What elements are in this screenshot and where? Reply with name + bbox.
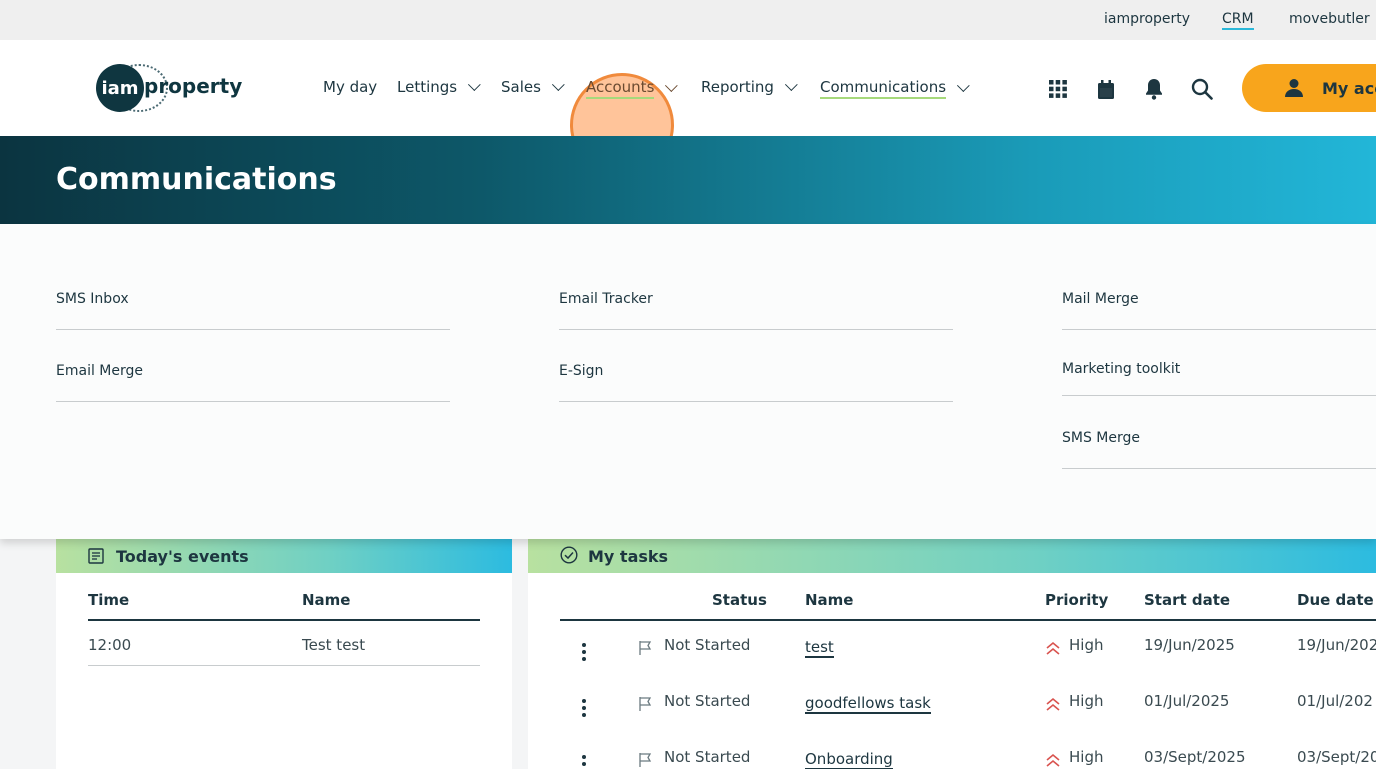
nav-label: Sales [501,78,541,96]
iamproperty-logo[interactable]: iam property [96,64,242,112]
task-start-date: 03/Sept/2025 [1144,748,1246,766]
apps-grid-icon[interactable] [1047,78,1069,100]
check-circle-icon [560,546,578,568]
menu-link-mail-merge[interactable]: Mail Merge [1062,291,1376,330]
column-header-start-date[interactable]: Start date [1144,591,1230,609]
menu-link-email-merge[interactable]: Email Merge [56,363,450,402]
task-status: Not Started [664,636,751,654]
my-account-label: My acc [1322,78,1376,98]
task-due-date: 19/Jun/202 [1297,636,1376,654]
my-account-button[interactable]: My acc [1242,64,1376,112]
task-status: Not Started [664,748,751,766]
util-link-crm[interactable]: CRM [1222,11,1254,30]
my-tasks-widget: My tasks Status Name Priority Start date… [528,529,1376,769]
chevron-down-icon [665,79,679,93]
task-priority: High [1069,636,1104,654]
flag-icon [638,640,653,660]
header-rule [560,619,1376,621]
flag-icon [638,752,653,769]
widget-title: My tasks [588,546,669,566]
flag-icon [638,696,653,716]
task-priority: High [1069,748,1104,766]
chevron-down-icon [957,79,970,93]
task-name-link[interactable]: goodfellows task [805,694,931,714]
nav-my-day[interactable]: My day [323,78,377,96]
column-header-name[interactable]: Name [302,591,350,609]
communications-banner: Communications [0,136,1376,224]
menu-link-marketing-toolkit[interactable]: Marketing toolkit [1062,361,1376,396]
calendar-icon[interactable] [1095,78,1117,100]
main-header: iam property My day Lettings Sales Accou… [0,40,1376,177]
nav-label: Accounts [586,78,655,99]
column-header-name[interactable]: Name [805,591,853,609]
column-header-time[interactable]: Time [88,591,129,609]
menu-link-sms-inbox[interactable]: SMS Inbox [56,291,450,330]
row-actions-kebab-icon[interactable] [582,643,586,664]
task-due-date: 01/Jul/202 [1297,692,1373,710]
nav-communications[interactable]: Communications [820,78,970,99]
column-header-priority[interactable]: Priority [1045,591,1108,609]
list-icon [88,548,104,568]
row-actions-kebab-icon[interactable] [582,699,586,720]
header-rule [88,619,480,621]
priority-high-icon [1045,640,1061,660]
task-start-date: 19/Jun/2025 [1144,636,1235,654]
task-name-link[interactable]: test [805,638,834,658]
nav-label: Communications [820,78,947,99]
chevron-down-icon [468,77,481,91]
task-due-date: 03/Sept/20 [1297,748,1376,766]
menu-link-email-tracker[interactable]: Email Tracker [559,291,953,330]
chevron-down-icon [551,77,565,91]
event-name[interactable]: Test test [302,636,365,654]
task-priority: High [1069,692,1104,710]
util-link-iamproperty[interactable]: iamproperty [1104,11,1190,27]
event-time: 12:00 [88,636,132,654]
utility-bar: iamproperty CRM movebutler [0,0,1376,40]
nav-reporting[interactable]: Reporting [701,77,798,96]
priority-high-icon [1045,696,1061,716]
menu-link-e-sign[interactable]: E-Sign [559,363,953,402]
chevron-down-icon [784,77,798,91]
task-name-link[interactable]: Onboarding [805,750,893,769]
nav-label: Reporting [701,78,774,96]
priority-high-icon [1045,752,1061,769]
logo-mark: iam [96,64,144,112]
task-start-date: 01/Jul/2025 [1144,692,1230,710]
todays-events-widget: Today's events Time Name 12:00 Test test [56,529,512,769]
util-link-movebutler[interactable]: movebutler [1289,11,1370,27]
widget-title: Today's events [116,546,249,566]
menu-link-sms-merge[interactable]: SMS Merge [1062,430,1376,469]
search-icon[interactable] [1191,78,1213,100]
nav-accounts[interactable]: Accounts [586,78,679,99]
communications-dropdown-menu: SMS Inbox Email Merge Email Tracker E-Si… [0,224,1376,539]
person-icon [1284,78,1304,102]
page-title: Communications [56,162,337,197]
column-header-status[interactable]: Status [712,591,767,609]
row-rule [88,665,480,666]
nav-sales[interactable]: Sales [501,77,565,96]
nav-label: My day [323,78,378,96]
task-status: Not Started [664,692,751,710]
logo-word: property [144,74,243,98]
nav-label: Lettings [397,78,458,96]
row-actions-kebab-icon[interactable] [582,755,586,769]
column-header-due-date[interactable]: Due date [1297,591,1374,609]
bell-icon[interactable] [1143,78,1165,100]
nav-lettings[interactable]: Lettings [397,77,481,96]
